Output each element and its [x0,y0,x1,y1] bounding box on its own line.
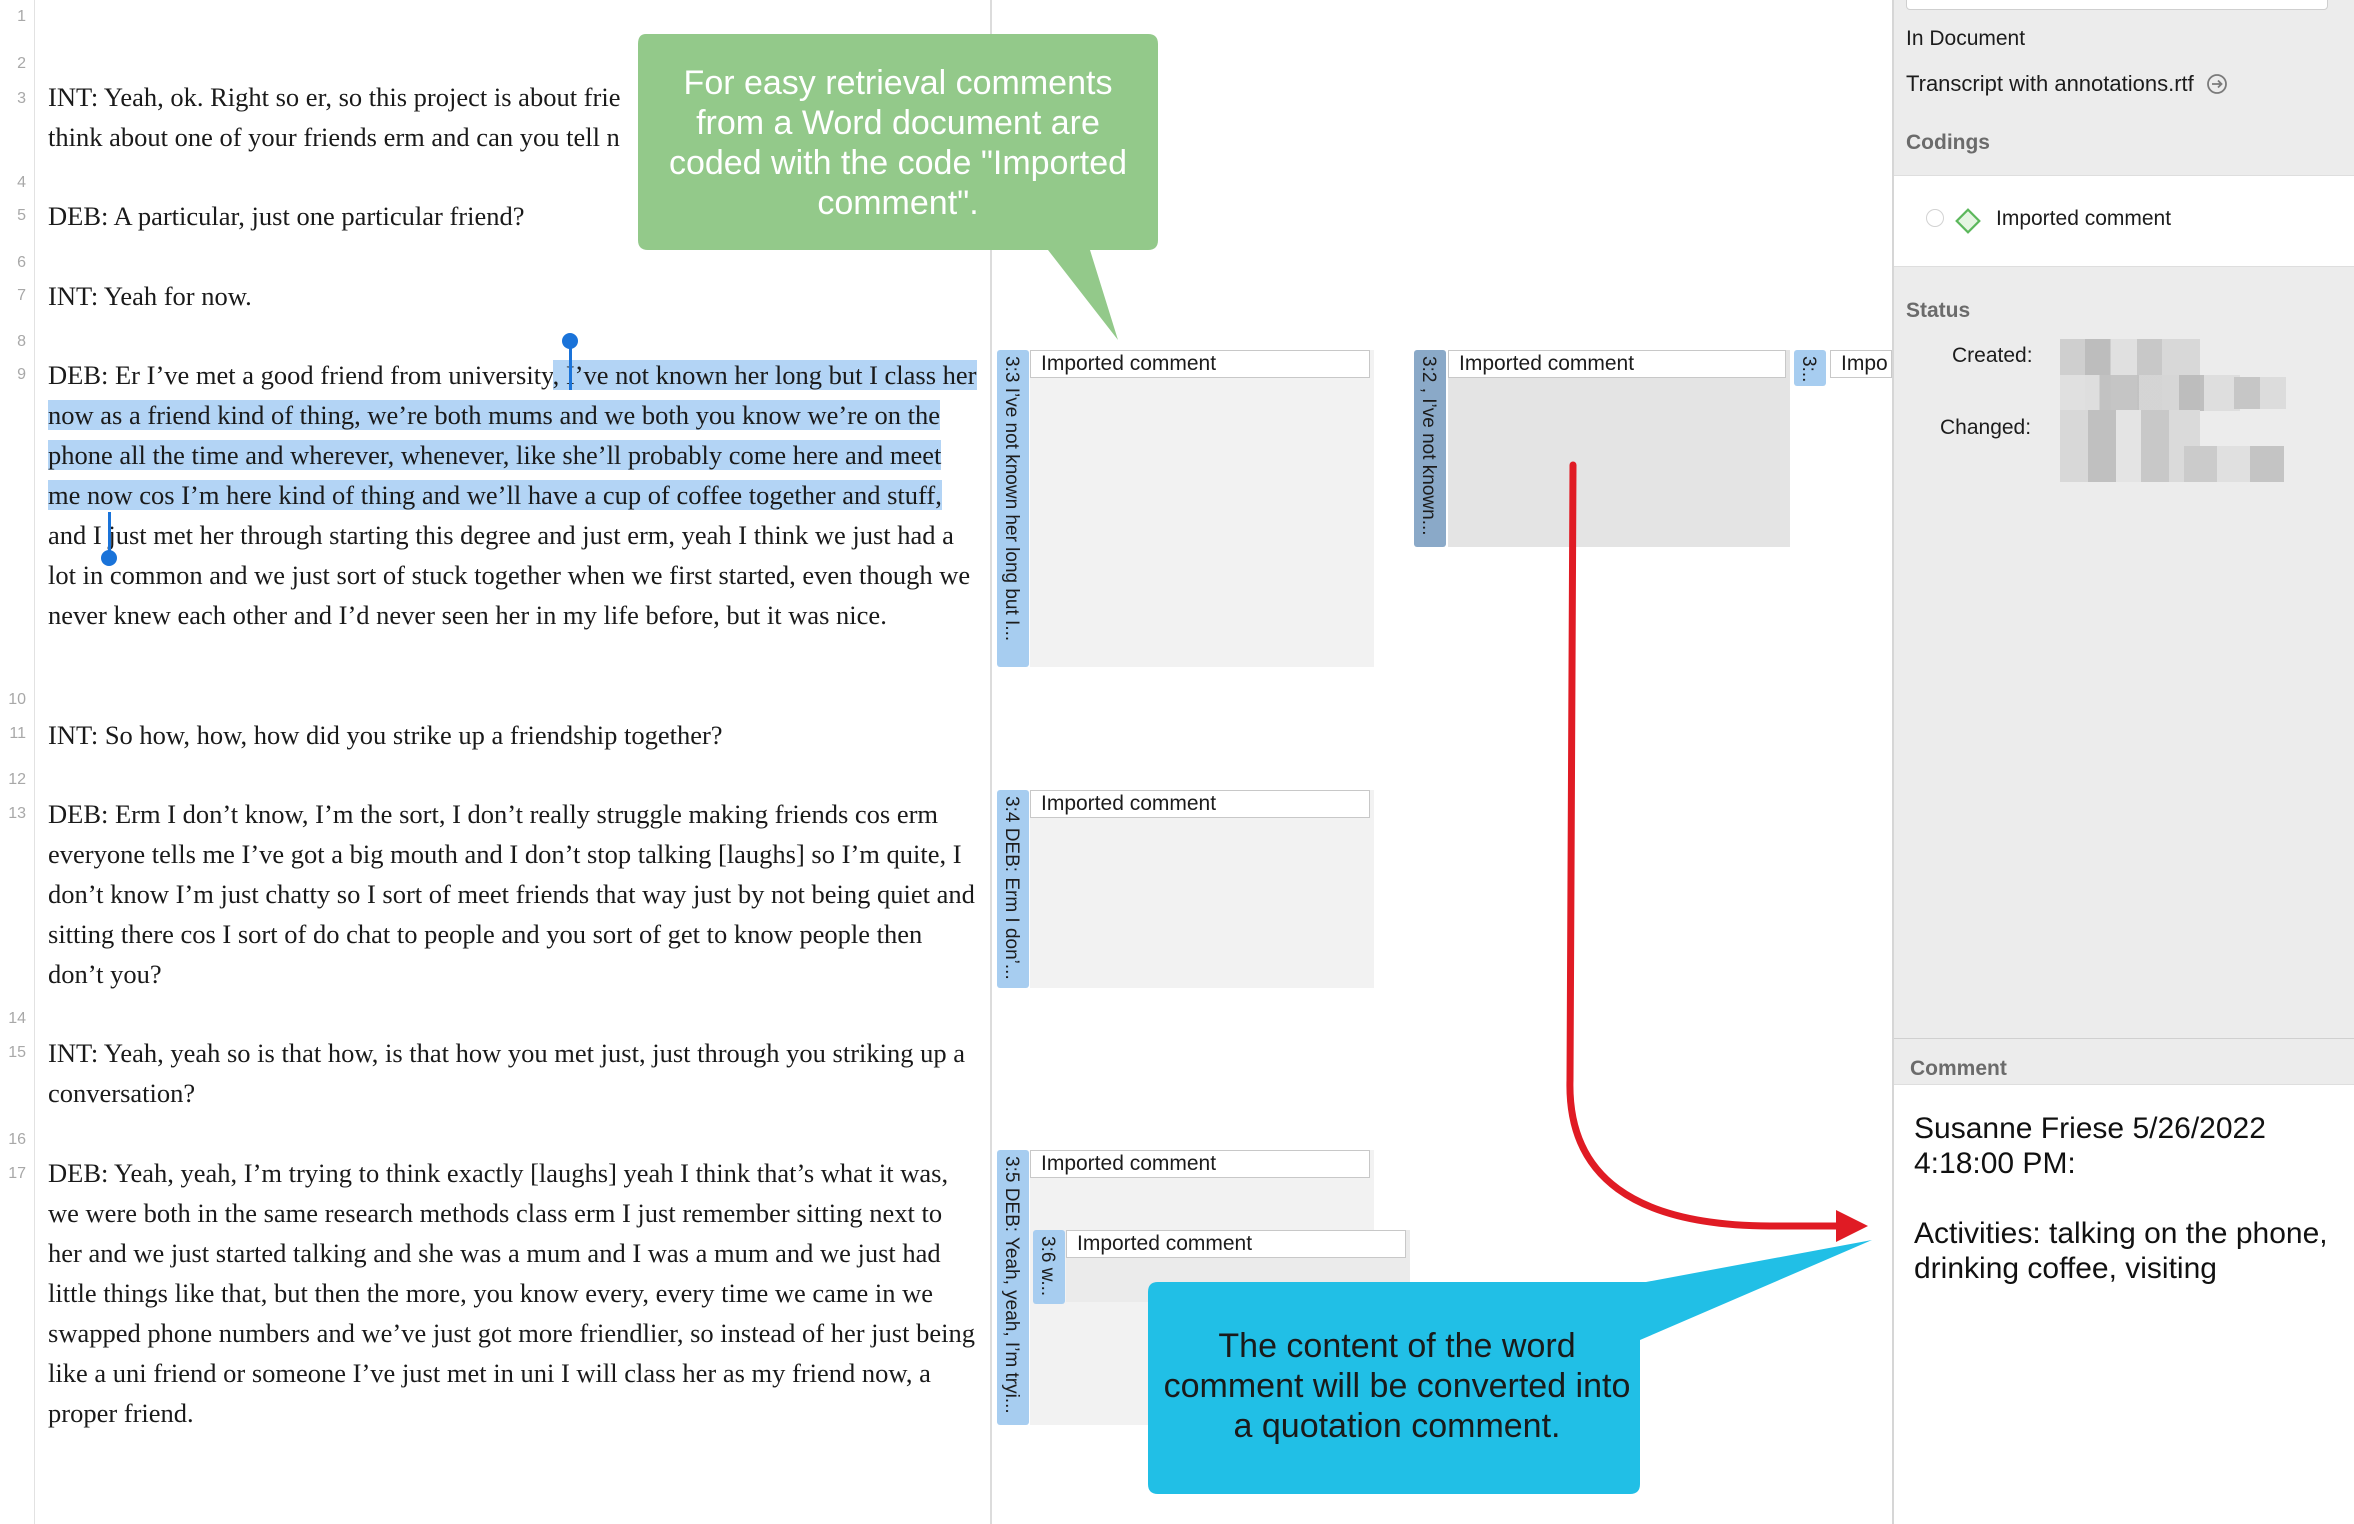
blue-callout-text: The content of the word comment will be … [1163,1327,1631,1445]
red-arrowhead [1836,1210,1868,1242]
red-arrow [1566,461,1842,1230]
green-callout-text: For easy retrieval comments from a Word … [668,64,1128,222]
annotation-overlay [638,34,1872,1494]
